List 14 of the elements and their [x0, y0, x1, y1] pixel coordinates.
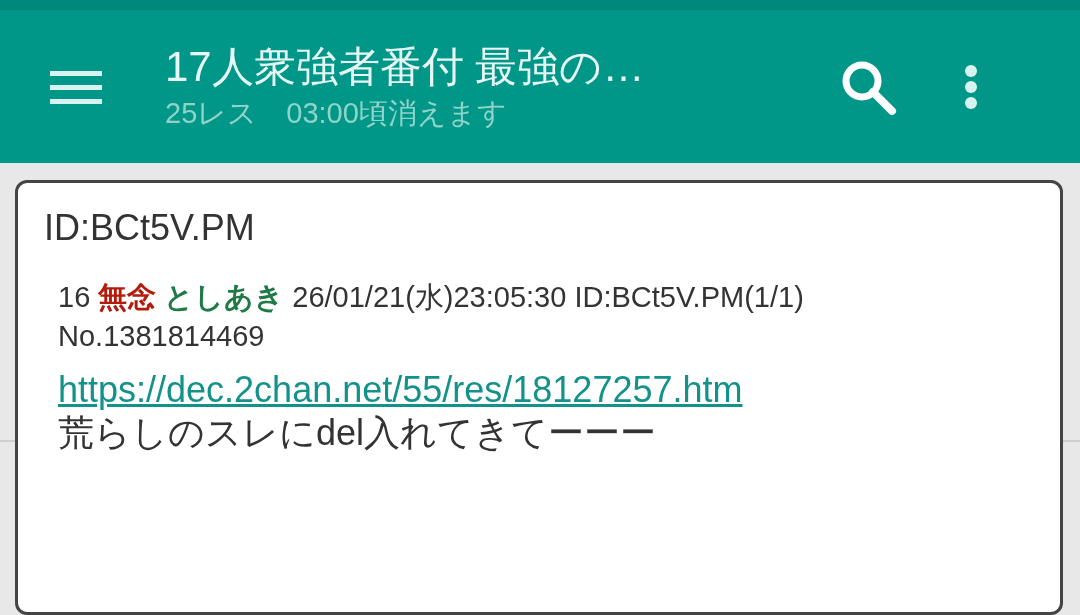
- thread-title: 17人衆強者番付 最強の…: [165, 41, 646, 92]
- thread-subtitle: 25レス 03:00頃消えます: [165, 95, 508, 131]
- post-link[interactable]: https://dec.2chan.net/55/res/18127257.htm: [58, 369, 743, 411]
- popup-title: ID:BCt5V.PM: [44, 206, 256, 250]
- menu-button[interactable]: [50, 68, 102, 105]
- post-text: 荒らしのスレにdel入れてきてーーー: [58, 411, 658, 455]
- post-subject: 無念: [98, 280, 157, 315]
- post-number: 16: [58, 280, 91, 315]
- menu-icon: [50, 68, 102, 105]
- more-button[interactable]: [964, 64, 978, 109]
- post-date-id: 26/01/21(水)23:05:30 ID:BCt5V.PM(1/1): [292, 280, 804, 315]
- more-icon: [964, 64, 978, 109]
- post-no: No.1381814469: [58, 319, 266, 354]
- poster-name: としあき: [164, 280, 285, 315]
